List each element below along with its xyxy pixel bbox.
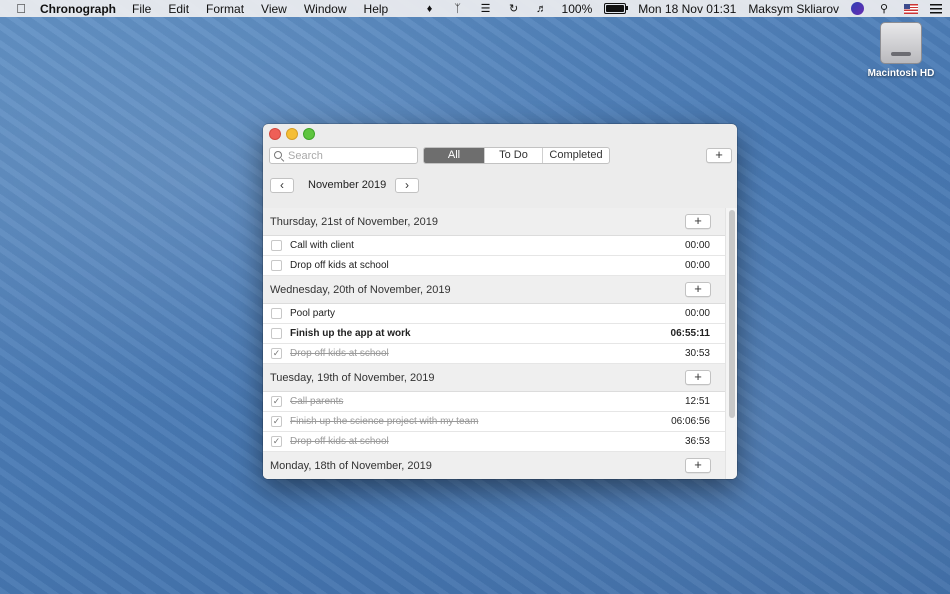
task-time: 36:53 [684, 436, 710, 447]
task-time: 00:00 [684, 260, 710, 271]
month-label: November 2019 [308, 179, 387, 191]
evernote-icon[interactable]: ♦ [422, 3, 438, 15]
volume-icon[interactable]: ♬ [534, 3, 550, 15]
time-machine-icon[interactable]: ↻ [506, 3, 522, 15]
day-title: Thursday, 21st of November, 2019 [270, 216, 438, 228]
add-task-day-button[interactable]: + [685, 214, 711, 229]
app-menu[interactable]: Chronograph [40, 2, 116, 16]
hard-drive-icon [880, 22, 922, 64]
filter-completed[interactable]: Completed [542, 148, 609, 163]
task-checkbox-checked[interactable]: ✓ [271, 416, 282, 427]
task-checkbox[interactable] [271, 328, 282, 339]
search-icon[interactable]: ⚲ [876, 3, 892, 15]
day-header: Tuesday, 19th of November, 2019 + [263, 364, 726, 392]
desktop-drive-label: Macintosh HD [867, 68, 935, 79]
task-time: 00:00 [684, 240, 710, 251]
add-task-button[interactable]: + [706, 148, 732, 163]
task-checkbox-checked[interactable]: ✓ [271, 436, 282, 447]
chronograph-window: All To Do Completed + ‹ November 2019 › … [263, 124, 737, 479]
task-title: Drop off kids at school [290, 436, 389, 447]
task-checkbox[interactable] [271, 260, 282, 271]
close-button[interactable] [269, 128, 281, 140]
task-checkbox-checked[interactable]: ✓ [271, 348, 282, 359]
task-title: Finish up the science project with my te… [290, 416, 479, 427]
task-time: 00:00 [684, 308, 710, 319]
task-row[interactable]: ✓ Call parents 12:51 [263, 392, 726, 412]
flag-icon[interactable] [904, 3, 918, 14]
menu-bar:  Chronograph File Edit Format View Wind… [0, 0, 950, 17]
task-row[interactable]: Call with client 00:00 [263, 236, 726, 256]
menu-file[interactable]: File [132, 2, 151, 16]
wifi-icon[interactable]: ☰ [478, 3, 494, 15]
filter-to-do[interactable]: To Do [484, 148, 542, 163]
day-title: Tuesday, 19th of November, 2019 [270, 372, 435, 384]
task-title: Drop off kids at school [290, 348, 389, 359]
day-header: Wednesday, 20th of November, 2019 + [263, 276, 726, 304]
notification-center-icon[interactable] [930, 3, 942, 14]
task-title: Drop off kids at school [290, 260, 389, 271]
task-title: Call with client [290, 240, 354, 251]
battery-icon[interactable] [604, 3, 629, 14]
day-header: Thursday, 21st of November, 2019 + [263, 208, 726, 236]
task-row[interactable]: ✓ Drop off kids at school 30:53 [263, 344, 726, 364]
task-title: Pool party [290, 308, 336, 319]
task-list[interactable]: Thursday, 21st of November, 2019 + Call … [263, 208, 726, 479]
task-title: Finish up the app at work [290, 328, 411, 339]
window-controls [269, 128, 320, 140]
apple-icon[interactable]:  [14, 1, 28, 16]
user-name[interactable]: Maksym Skliarov [748, 2, 839, 16]
desktop-drive[interactable]: Macintosh HD [866, 22, 936, 79]
add-task-day-button[interactable]: + [685, 282, 711, 297]
task-row[interactable]: ✓ Drop off kids at school 36:53 [263, 432, 726, 452]
task-time: 06:55:11 [670, 328, 710, 339]
task-title: Call parents [290, 396, 344, 407]
bluetooth-icon[interactable]: ᛉ [450, 3, 466, 15]
day-title: Wednesday, 20th of November, 2019 [270, 284, 451, 296]
task-row[interactable]: ✓ Finish up the science project with my … [263, 412, 726, 432]
filter-all[interactable]: All [424, 148, 484, 163]
clock[interactable]: Mon 18 Nov 01:31 [638, 2, 736, 16]
task-checkbox[interactable] [271, 240, 282, 251]
search-field[interactable] [269, 147, 418, 164]
search-input[interactable] [288, 149, 408, 162]
menu-format[interactable]: Format [206, 2, 244, 16]
minimize-button[interactable] [286, 128, 298, 140]
battery-percent[interactable]: 100% [562, 2, 593, 16]
task-row[interactable]: Drop off kids at school 00:00 [263, 256, 726, 276]
task-row[interactable]: Finish up the app at work 06:55:11 [263, 324, 726, 344]
task-checkbox[interactable] [271, 308, 282, 319]
siri-icon[interactable] [851, 2, 864, 15]
previous-month-button[interactable]: ‹ [270, 178, 294, 193]
task-row[interactable]: Pool party 00:00 [263, 304, 726, 324]
add-task-day-button[interactable]: + [685, 370, 711, 385]
menu-view[interactable]: View [261, 2, 287, 16]
battery-fill [606, 5, 625, 12]
menu-window[interactable]: Window [304, 2, 347, 16]
day-title: Monday, 18th of November, 2019 [270, 460, 432, 472]
magnifier-icon [274, 150, 284, 161]
zoom-button[interactable] [303, 128, 315, 140]
task-checkbox-checked[interactable]: ✓ [271, 396, 282, 407]
add-task-day-button[interactable]: + [685, 458, 711, 473]
scrollbar-thumb[interactable] [729, 210, 735, 418]
day-header: Monday, 18th of November, 2019 + [263, 452, 726, 479]
menu-help[interactable]: Help [364, 2, 389, 16]
status-area: ♦ ᛉ ☰ ↻ ♬ 100% Mon 18 Nov 01:31 Maksym S… [410, 0, 942, 17]
task-time: 06:06:56 [671, 416, 710, 427]
next-month-button[interactable]: › [395, 178, 419, 193]
task-time: 12:51 [684, 396, 710, 407]
filter-segmented-control: All To Do Completed [423, 147, 610, 164]
task-time: 30:53 [684, 348, 710, 359]
menu-edit[interactable]: Edit [168, 2, 189, 16]
